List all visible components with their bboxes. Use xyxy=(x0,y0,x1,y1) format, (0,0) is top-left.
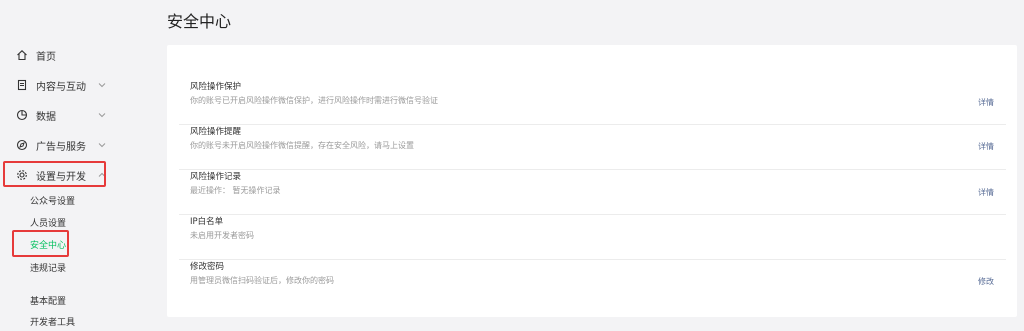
list-item: 风险操作记录 最近操作： 暂无操作记录 详情 xyxy=(179,170,1006,215)
chevron-down-icon[interactable] xyxy=(96,79,108,91)
page-title: 安全中心 xyxy=(167,12,232,31)
sidebar-item-data[interactable]: 数据 xyxy=(8,102,120,128)
row-description: 最近操作： 暂无操作记录 xyxy=(190,186,281,195)
list-item: 风险操作提醒 你的账号未开启风险操作微信提醒，存在安全风险，请马上设置 详情 xyxy=(179,125,1006,170)
chevron-down-icon[interactable] xyxy=(96,109,108,121)
details-link[interactable]: 详情 xyxy=(978,141,994,152)
compass-icon xyxy=(14,137,30,153)
sub-item-account-settings[interactable]: 公众号设置 xyxy=(30,194,75,210)
details-link[interactable]: 详情 xyxy=(978,97,994,108)
row-description: 未启用开发者密码 xyxy=(190,231,254,240)
sub-item-violation-records[interactable]: 违规记录 xyxy=(30,261,66,277)
row-title: 风险操作记录 xyxy=(190,172,242,182)
sidebar-item-label: 内容与互动 xyxy=(36,81,86,93)
list-item: IP白名单 未启用开发者密码 xyxy=(179,215,1006,260)
list-item: 修改密码 用管理员微信扫码验证后，修改你的密码 修改 xyxy=(179,260,1006,304)
row-title: 风险操作保护 xyxy=(190,82,242,92)
sidebar-item-label: 广告与服务 xyxy=(36,141,86,153)
document-icon xyxy=(14,77,30,93)
row-description: 你的账号未开启风险操作微信提醒，存在安全风险，请马上设置 xyxy=(190,141,414,150)
home-icon xyxy=(14,47,30,63)
chevron-down-icon[interactable] xyxy=(96,139,108,151)
pie-chart-icon xyxy=(14,107,30,123)
sub-item-basic-config[interactable]: 基本配置 xyxy=(30,294,66,310)
list-item: 风险操作保护 你的账号已开启风险操作微信保护，进行风险操作时需进行微信号验证 详… xyxy=(179,80,1006,125)
row-title: 风险操作提醒 xyxy=(190,127,242,137)
sidebar-item-ads[interactable]: 广告与服务 xyxy=(8,132,120,158)
sidebar-item-label: 首页 xyxy=(36,51,56,63)
row-description: 用管理员微信扫码验证后，修改你的密码 xyxy=(190,276,334,285)
sidebar-item-content[interactable]: 内容与互动 xyxy=(8,72,120,98)
security-panel: 风险操作保护 你的账号已开启风险操作微信保护，进行风险操作时需进行微信号验证 详… xyxy=(167,45,1017,317)
sidebar-item-home[interactable]: 首页 xyxy=(8,42,120,68)
modify-link[interactable]: 修改 xyxy=(978,276,994,287)
highlight-box xyxy=(3,161,106,187)
row-title: 修改密码 xyxy=(190,262,225,272)
sidebar-item-label: 数据 xyxy=(36,111,56,123)
highlight-box xyxy=(12,230,69,257)
row-title: IP白名单 xyxy=(190,217,224,227)
row-description: 你的账号已开启风险操作微信保护，进行风险操作时需进行微信号验证 xyxy=(190,96,438,105)
details-link[interactable]: 详情 xyxy=(978,187,994,198)
